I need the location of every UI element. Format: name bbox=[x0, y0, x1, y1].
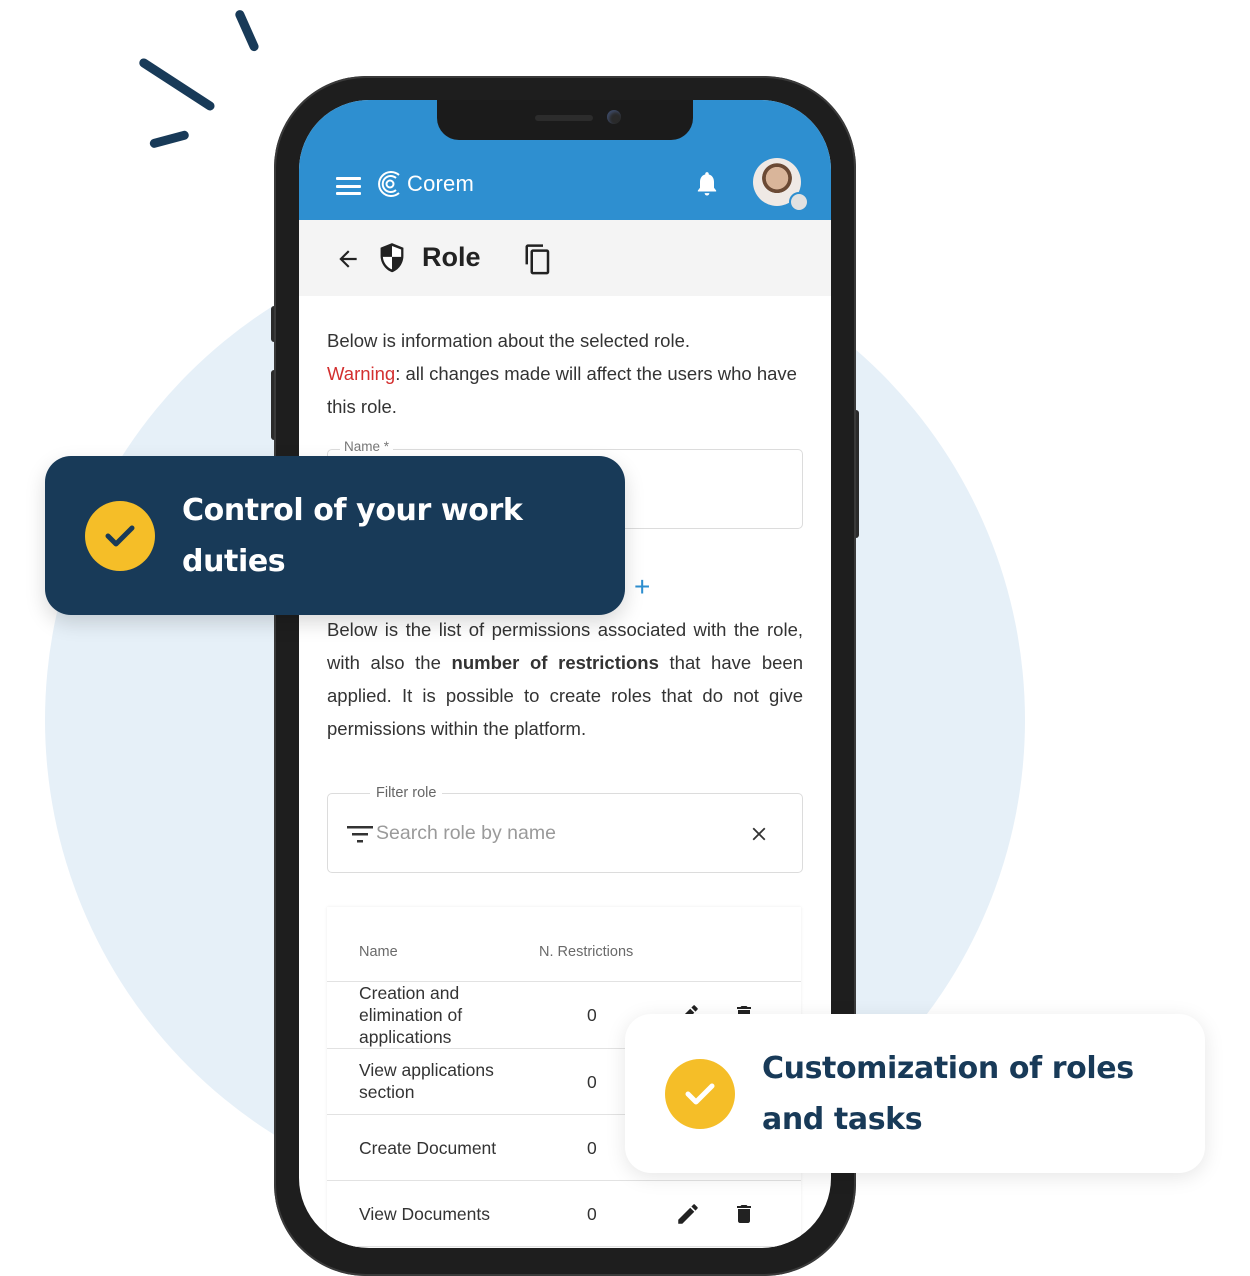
check-circle-icon bbox=[85, 500, 155, 571]
decorative-spark-line bbox=[233, 8, 261, 53]
permission-name: View applications section bbox=[359, 1060, 494, 1102]
table-row[interactable]: View Documents 0 bbox=[327, 1181, 801, 1247]
plus-icon[interactable]: + bbox=[634, 573, 650, 601]
brand-logo[interactable]: Corem bbox=[375, 168, 474, 200]
permission-name: Create Document bbox=[359, 1138, 497, 1158]
search-role-input[interactable] bbox=[376, 818, 736, 848]
front-camera bbox=[607, 110, 621, 124]
decorative-spark-line bbox=[148, 129, 190, 149]
warning-label: Warning bbox=[327, 363, 396, 384]
permission-name: View Documents bbox=[359, 1204, 490, 1224]
trash-icon[interactable] bbox=[732, 1201, 756, 1227]
arrow-left-icon[interactable] bbox=[335, 246, 361, 272]
bell-icon[interactable] bbox=[694, 170, 720, 198]
filter-role-label: Filter role bbox=[370, 783, 443, 803]
copy-icon[interactable] bbox=[523, 243, 553, 277]
feature-card-work-duties: Control of your work duties bbox=[45, 456, 625, 615]
permission-name: Creation and elimination of applications bbox=[359, 983, 463, 1047]
close-icon[interactable] bbox=[748, 823, 770, 845]
filter-icon bbox=[347, 826, 373, 843]
decorative-spark-line bbox=[137, 56, 217, 113]
role-info-text: Below is information about the selected … bbox=[327, 330, 797, 417]
feature-card-customization: Customization of roles and tasks bbox=[625, 1014, 1205, 1173]
phone-notch bbox=[437, 100, 693, 140]
column-header-restrictions: N. Restrictions bbox=[539, 944, 634, 960]
feature-text: Customization of roles and tasks bbox=[762, 1050, 1134, 1137]
table-header: Name N. Restrictions bbox=[327, 907, 801, 982]
restriction-count: 0 bbox=[587, 1005, 597, 1025]
restriction-count: 0 bbox=[587, 1072, 597, 1092]
check-circle-icon bbox=[665, 1058, 735, 1129]
hamburger-menu-icon[interactable] bbox=[336, 177, 361, 195]
shield-icon bbox=[380, 243, 404, 273]
pencil-icon[interactable] bbox=[675, 1201, 701, 1227]
status-indicator bbox=[789, 192, 809, 212]
column-header-name: Name bbox=[359, 944, 398, 960]
feature-text: Control of your work duties bbox=[182, 492, 523, 579]
page-title: Role bbox=[422, 242, 481, 272]
filter-role-field[interactable]: Filter role bbox=[327, 783, 803, 873]
restriction-count: 0 bbox=[587, 1138, 597, 1158]
corem-logo-icon bbox=[378, 171, 400, 197]
speaker-grille bbox=[535, 115, 593, 121]
restriction-count: 0 bbox=[587, 1204, 597, 1224]
permissions-info-text: Below is the list of permissions associa… bbox=[327, 619, 803, 739]
page-toolbar: Role bbox=[299, 220, 831, 296]
brand-name: Corem bbox=[407, 171, 475, 196]
role-name-label: Name * bbox=[340, 438, 394, 456]
